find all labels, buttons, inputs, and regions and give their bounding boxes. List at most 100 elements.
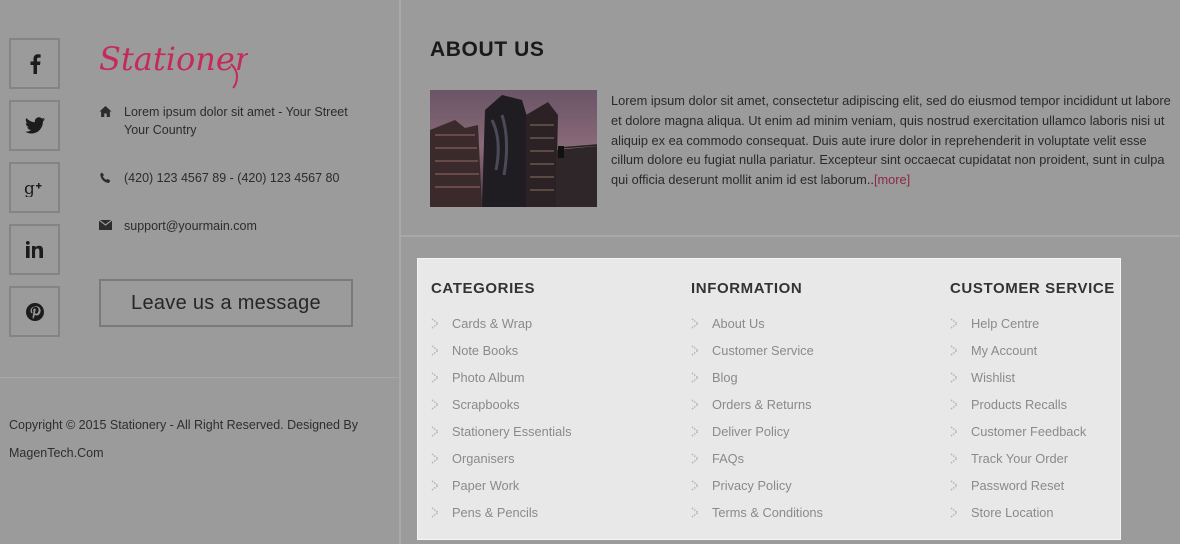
column-customer-service: CUSTOMER SERVICE Help Centre My Account …	[950, 280, 1115, 532]
envelope-icon	[99, 220, 112, 230]
list-item[interactable]: Cards & Wrap	[431, 316, 572, 343]
list-item[interactable]: Blog	[691, 370, 823, 397]
link-label[interactable]: Stationery Essentials	[452, 424, 572, 439]
chevron-right-icon	[950, 399, 959, 410]
list-item[interactable]: Products Recalls	[950, 397, 1115, 424]
facebook-button[interactable]	[9, 38, 60, 89]
list-item[interactable]: Deliver Policy	[691, 424, 823, 451]
link-label[interactable]: Photo Album	[452, 370, 525, 385]
link-label[interactable]: Paper Work	[452, 478, 519, 493]
chevron-right-icon	[431, 372, 440, 383]
chevron-right-icon	[431, 399, 440, 410]
list-item[interactable]: Photo Album	[431, 370, 572, 397]
link-label[interactable]: Wishlist	[971, 370, 1015, 385]
list-item[interactable]: Terms & Conditions	[691, 505, 823, 532]
vertical-divider	[399, 0, 401, 544]
link-label[interactable]: Orders & Returns	[712, 397, 812, 412]
chevron-right-icon	[950, 345, 959, 356]
chevron-right-icon	[431, 318, 440, 329]
column-title: CATEGORIES	[431, 280, 536, 297]
brand-logo[interactable]: Stationery	[98, 34, 269, 95]
link-label[interactable]: Cards & Wrap	[452, 316, 532, 331]
chevron-right-icon	[691, 507, 700, 518]
link-label[interactable]: Track Your Order	[971, 451, 1068, 466]
twitter-button[interactable]	[9, 100, 60, 151]
chevron-right-icon	[691, 372, 700, 383]
phone-text: (420) 123 4567 89 - (420) 123 4567 80	[124, 171, 340, 185]
link-label[interactable]: Note Books	[452, 343, 518, 358]
contact-address: Lorem ipsum dolor sit amet - Your Street…	[99, 103, 376, 139]
email-link[interactable]: support@yourmain.com	[124, 217, 257, 235]
list-item[interactable]: Scrapbooks	[431, 397, 572, 424]
pinterest-icon	[25, 302, 44, 321]
list-item[interactable]: Paper Work	[431, 478, 572, 505]
chevron-right-icon	[431, 480, 440, 491]
link-label[interactable]: Products Recalls	[971, 397, 1067, 412]
facebook-icon	[30, 53, 41, 74]
link-label[interactable]: Blog	[712, 370, 738, 385]
contact-email: support@yourmain.com	[99, 217, 257, 235]
column-title: INFORMATION	[691, 280, 803, 297]
link-label[interactable]: Organisers	[452, 451, 515, 466]
phone-icon	[100, 172, 111, 183]
link-label[interactable]: Customer Feedback	[971, 424, 1086, 439]
chevron-right-icon	[691, 345, 700, 356]
chevron-right-icon	[950, 507, 959, 518]
list-item[interactable]: About Us	[691, 316, 823, 343]
chevron-right-icon	[950, 372, 959, 383]
list-item[interactable]: Orders & Returns	[691, 397, 823, 424]
list-item[interactable]: Organisers	[431, 451, 572, 478]
list-item[interactable]: FAQs	[691, 451, 823, 478]
home-icon	[99, 106, 112, 117]
list-item[interactable]: Help Centre	[950, 316, 1115, 343]
link-label[interactable]: Customer Service	[712, 343, 814, 358]
logo-text: Stationery	[99, 40, 248, 78]
list-item[interactable]: Track Your Order	[950, 451, 1115, 478]
link-label[interactable]: Password Reset	[971, 478, 1064, 493]
column-information: INFORMATION About Us Customer Service Bl…	[691, 280, 823, 532]
link-label[interactable]: FAQs	[712, 451, 744, 466]
list-item[interactable]: Note Books	[431, 343, 572, 370]
list-item[interactable]: Password Reset	[950, 478, 1115, 505]
linkedin-icon	[25, 241, 43, 258]
list-item[interactable]: My Account	[950, 343, 1115, 370]
about-text: Lorem ipsum dolor sit amet, consectetur …	[611, 91, 1176, 190]
list-item[interactable]: Customer Service	[691, 343, 823, 370]
copyright-text: Copyright © 2015 Stationery - All Right …	[9, 418, 358, 460]
google-plus-button[interactable]: g	[9, 162, 60, 213]
link-list: Cards & Wrap Note Books Photo Album Scra…	[431, 316, 572, 532]
link-label[interactable]: Privacy Policy	[712, 478, 792, 493]
link-label[interactable]: Deliver Policy	[712, 424, 790, 439]
link-label[interactable]: Pens & Pencils	[452, 505, 538, 520]
link-label[interactable]: My Account	[971, 343, 1037, 358]
social-links: g	[9, 38, 60, 348]
list-item[interactable]: Wishlist	[950, 370, 1115, 397]
twitter-icon	[24, 117, 45, 134]
list-item[interactable]: Stationery Essentials	[431, 424, 572, 451]
leave-message-button[interactable]: Leave us a message	[99, 279, 353, 327]
about-title: ABOUT US	[430, 38, 545, 61]
list-item[interactable]: Privacy Policy	[691, 478, 823, 505]
list-item[interactable]: Store Location	[950, 505, 1115, 532]
pinterest-button[interactable]	[9, 286, 60, 337]
link-label[interactable]: About Us	[712, 316, 765, 331]
chevron-right-icon	[950, 426, 959, 437]
about-image	[430, 90, 597, 207]
list-item[interactable]: Pens & Pencils	[431, 505, 572, 532]
chevron-right-icon	[691, 453, 700, 464]
link-label[interactable]: Terms & Conditions	[712, 505, 823, 520]
google-plus-icon: g	[24, 179, 41, 197]
column-title: CUSTOMER SERVICE	[950, 280, 1115, 297]
chevron-right-icon	[431, 507, 440, 518]
chevron-right-icon	[950, 453, 959, 464]
link-label[interactable]: Store Location	[971, 505, 1054, 520]
linkedin-button[interactable]	[9, 224, 60, 275]
list-item[interactable]: Customer Feedback	[950, 424, 1115, 451]
link-label[interactable]: Scrapbooks	[452, 397, 520, 412]
contact-phone: (420) 123 4567 89 - (420) 123 4567 80	[99, 169, 339, 187]
chevron-right-icon	[431, 426, 440, 437]
more-link[interactable]: [more]	[874, 172, 910, 187]
link-label[interactable]: Help Centre	[971, 316, 1039, 331]
left-divider	[0, 377, 399, 378]
link-list: Help Centre My Account Wishlist Products…	[950, 316, 1115, 532]
